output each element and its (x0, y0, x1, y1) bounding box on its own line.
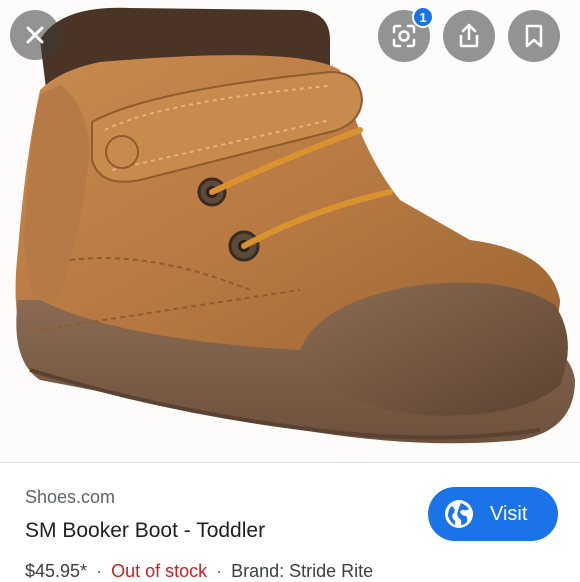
close-button[interactable] (10, 10, 60, 60)
product-price: $45.95* (25, 561, 88, 581)
separator-dot: · (216, 561, 223, 581)
lens-icon (392, 24, 416, 48)
close-icon (26, 26, 44, 44)
lens-badge: 1 (412, 6, 434, 28)
product-title[interactable]: SM Booker Boot - Toddler (25, 519, 265, 543)
stock-status: Out of stock (111, 561, 208, 581)
visit-button[interactable]: Visit (428, 487, 558, 541)
share-icon (459, 23, 479, 48)
product-meta: $45.95* · Out of stock · Brand: Stride Rite (25, 561, 373, 582)
separator-dot: · (96, 561, 103, 581)
lens-button[interactable]: 1 (378, 6, 434, 62)
visit-button-label: Visit (490, 502, 528, 525)
source-site[interactable]: Shoes.com (25, 487, 115, 508)
product-info-panel: Shoes.com SM Booker Boot - Toddler $45.9… (0, 463, 580, 582)
product-brand: Brand: Stride Rite (231, 561, 374, 581)
bookmark-icon (525, 24, 543, 48)
globe-icon (445, 500, 473, 528)
share-button[interactable] (443, 10, 495, 62)
product-image[interactable]: 1 (0, 0, 580, 462)
boot-illustration (15, 7, 575, 444)
save-button[interactable] (508, 10, 560, 62)
